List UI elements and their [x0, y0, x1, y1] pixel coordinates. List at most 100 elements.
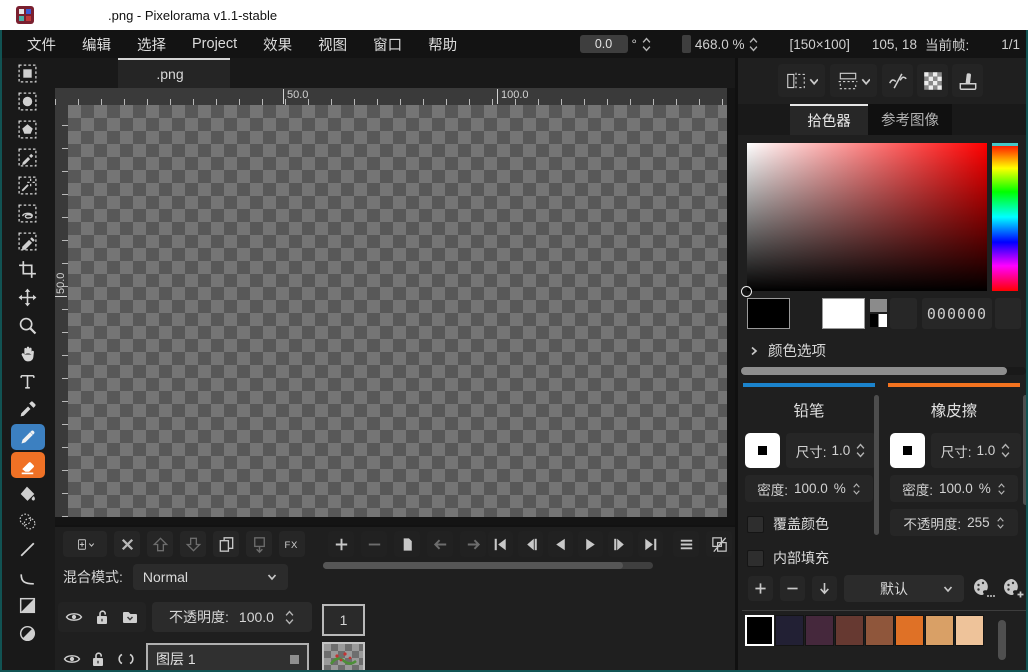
saturation-value-picker[interactable]: [747, 143, 987, 291]
spin-arrows-icon[interactable]: [284, 609, 295, 626]
close-button[interactable]: [986, 3, 1014, 27]
clone-layer-button[interactable]: [213, 531, 239, 557]
spin-arrows-icon[interactable]: [1000, 442, 1011, 459]
elliptical-selection-tool[interactable]: [11, 88, 45, 114]
clone-frame-button[interactable]: [394, 531, 420, 557]
color-picker-tool[interactable]: [11, 396, 45, 422]
move-layer-up-button[interactable]: [147, 531, 173, 557]
menu-item[interactable]: 编辑: [69, 31, 124, 58]
edit-palette-button[interactable]: [968, 574, 997, 602]
dynamics-button[interactable]: [952, 64, 983, 97]
layer-opacity-spinner[interactable]: 不透明度: 100.0: [152, 602, 312, 632]
delete-layer-button[interactable]: [114, 531, 140, 557]
next-frame-button[interactable]: [608, 531, 633, 557]
timeline-scrollbar[interactable]: [323, 562, 653, 569]
menu-item[interactable]: 文件: [14, 31, 69, 58]
project-tab[interactable]: .png: [118, 58, 230, 88]
play-backwards-button[interactable]: [548, 531, 573, 557]
crop-tool[interactable]: [11, 256, 45, 282]
drawing-canvas[interactable]: [68, 105, 727, 517]
magic-wand-tool[interactable]: [11, 172, 45, 198]
left-color-swatch[interactable]: [747, 298, 790, 329]
zoom-spinner[interactable]: 468.0 %: [682, 35, 760, 53]
color-options-expander[interactable]: 颜色选项: [748, 340, 826, 361]
spin-arrows-icon[interactable]: [852, 482, 861, 496]
rotation-spin-icon[interactable]: [641, 36, 652, 53]
eraser-density-spinner[interactable]: 密度: 100.0 %: [890, 475, 1018, 502]
ellipse-tool[interactable]: [11, 620, 45, 646]
spin-arrows-icon[interactable]: [996, 516, 1005, 530]
tool-panel-scrollbar[interactable]: [874, 395, 879, 535]
hex-color-field[interactable]: 000000: [922, 298, 992, 329]
rectangular-selection-tool[interactable]: [11, 60, 45, 86]
palette-swatch[interactable]: [955, 615, 984, 646]
bucket-tool[interactable]: [11, 480, 45, 506]
add-color-button[interactable]: [748, 576, 773, 601]
palette-swatch[interactable]: [745, 615, 774, 646]
layer-group-icon[interactable]: [120, 607, 140, 627]
pencil-size-spinner[interactable]: 尺寸: 1.0: [786, 433, 876, 468]
hue-cursor[interactable]: [992, 143, 1018, 146]
alpha-lock-button[interactable]: [917, 64, 948, 97]
menu-item[interactable]: Project: [179, 33, 250, 55]
cel-thumbnail[interactable]: [322, 642, 365, 672]
fill-inside-checkbox[interactable]: [747, 550, 764, 567]
line-tool[interactable]: [11, 536, 45, 562]
move-frame-left-button[interactable]: [427, 531, 453, 557]
brush-type-button[interactable]: [745, 433, 780, 468]
picker-scrollbar[interactable]: [740, 367, 1026, 375]
spin-arrows-icon[interactable]: [997, 482, 1006, 496]
palette-swatch[interactable]: [925, 615, 954, 646]
move-layer-down-button[interactable]: [180, 531, 206, 557]
palette-swatch[interactable]: [895, 615, 924, 646]
screen-color-picker-button[interactable]: [890, 298, 917, 329]
eraser-opacity-spinner[interactable]: 不透明度: 255: [890, 509, 1018, 536]
play-forward-button[interactable]: [578, 531, 603, 557]
eraser-size-spinner[interactable]: 尺寸: 1.0: [931, 433, 1021, 468]
eraser-tool[interactable]: [11, 452, 45, 478]
sv-cursor[interactable]: [741, 286, 752, 297]
brush-type-button[interactable]: [890, 433, 925, 468]
default-colors-swatch[interactable]: [870, 299, 887, 328]
merge-layer-down-button[interactable]: [246, 531, 272, 557]
horizontal-mirror-button[interactable]: [778, 64, 825, 97]
rotation-value[interactable]: 0.0: [580, 35, 628, 53]
lasso-tool[interactable]: [11, 200, 45, 226]
onion-skinning-button[interactable]: [706, 531, 732, 557]
zoom-spin-icon[interactable]: [748, 36, 759, 53]
palette-swatch[interactable]: [835, 615, 864, 646]
right-color-swatch[interactable]: [822, 298, 865, 329]
go-to-last-frame-button[interactable]: [638, 531, 663, 557]
layer-name-field[interactable]: 图层 1: [146, 643, 309, 672]
visibility-icon[interactable]: [64, 607, 84, 627]
shading-tool[interactable]: [11, 508, 45, 534]
palette-swatch[interactable]: [805, 615, 834, 646]
spin-arrows-icon[interactable]: [855, 442, 866, 459]
rectangle-tool[interactable]: [11, 592, 45, 618]
previous-frame-button[interactable]: [518, 531, 543, 557]
pixel-perfect-button[interactable]: [882, 64, 913, 97]
add-frame-button[interactable]: [328, 531, 354, 557]
new-palette-button[interactable]: [998, 574, 1027, 602]
visibility-icon[interactable]: [62, 649, 82, 669]
select-by-color-tool[interactable]: [11, 144, 45, 170]
palette-swatch[interactable]: [775, 615, 804, 646]
layer-fx-button[interactable]: FX: [279, 531, 305, 557]
pan-tool[interactable]: [11, 340, 45, 366]
remove-frame-button[interactable]: [361, 531, 387, 557]
palette-swatch[interactable]: [865, 615, 894, 646]
move-tool[interactable]: [11, 284, 45, 310]
vertical-mirror-button[interactable]: [830, 64, 877, 97]
sort-colors-button[interactable]: [812, 576, 837, 601]
remove-color-button[interactable]: [780, 576, 805, 601]
pencil-tool[interactable]: [11, 424, 45, 450]
blend-mode-dropdown[interactable]: Normal: [133, 564, 288, 590]
lock-icon[interactable]: [92, 607, 112, 627]
layer-row[interactable]: 图层 1: [58, 642, 309, 672]
hue-slider[interactable]: [992, 143, 1018, 291]
rotation-spinner[interactable]: 0.0 °: [580, 35, 652, 53]
curve-tool[interactable]: [11, 564, 45, 590]
add-layer-button[interactable]: [63, 531, 107, 557]
color-mode-button[interactable]: [995, 298, 1021, 329]
zoom-grabber[interactable]: [682, 35, 691, 53]
